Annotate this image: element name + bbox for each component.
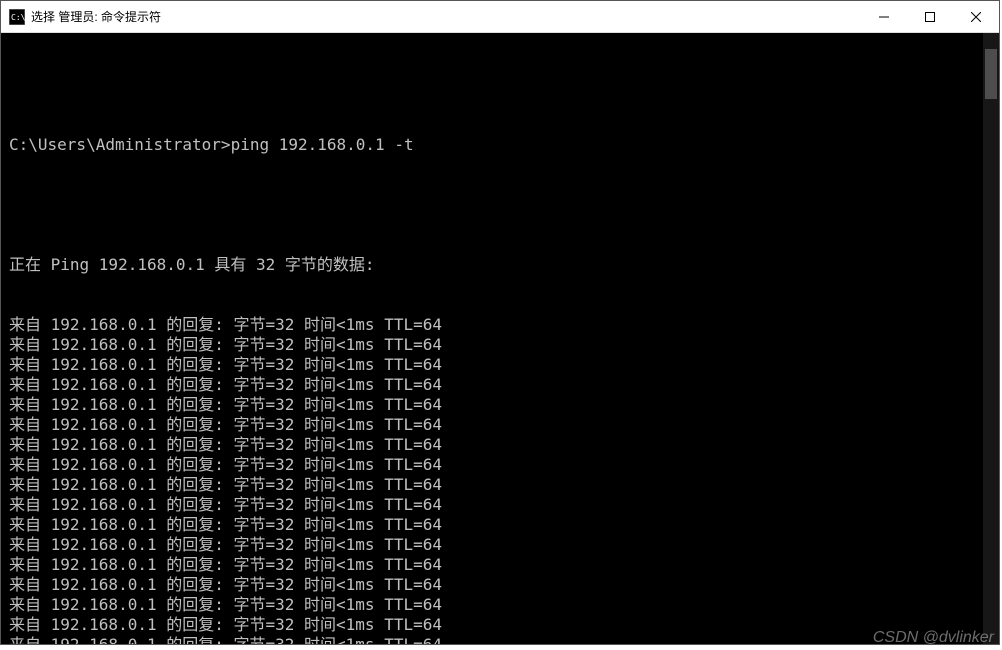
ping-header: 正在 Ping 192.168.0.1 具有 32 字节的数据: [9,255,983,275]
maximize-button[interactable] [907,1,953,32]
scrollbar[interactable] [983,33,999,644]
close-button[interactable] [953,1,999,32]
ping-replies: 来自 192.168.0.1 的回复: 字节=32 时间<1ms TTL=64来… [9,315,983,644]
ping-reply-line: 来自 192.168.0.1 的回复: 字节=32 时间<1ms TTL=64 [9,415,983,435]
window-controls [861,1,999,32]
terminal-output: C:\Users\Administrator>ping 192.168.0.1 … [9,35,983,642]
ping-reply-line: 来自 192.168.0.1 的回复: 字节=32 时间<1ms TTL=64 [9,515,983,535]
svg-text:C:\: C:\ [11,13,25,22]
ping-reply-line: 来自 192.168.0.1 的回复: 字节=32 时间<1ms TTL=64 [9,455,983,475]
ping-reply-line: 来自 192.168.0.1 的回复: 字节=32 时间<1ms TTL=64 [9,615,983,635]
ping-reply-line: 来自 192.168.0.1 的回复: 字节=32 时间<1ms TTL=64 [9,635,983,644]
ping-reply-line: 来自 192.168.0.1 的回复: 字节=32 时间<1ms TTL=64 [9,315,983,335]
scrollbar-thumb[interactable] [985,49,997,99]
command-text: ping 192.168.0.1 -t [231,135,414,154]
ping-reply-line: 来自 192.168.0.1 的回复: 字节=32 时间<1ms TTL=64 [9,355,983,375]
prompt-line: C:\Users\Administrator>ping 192.168.0.1 … [9,135,983,155]
window-title: 选择 管理员: 命令提示符 [31,8,161,25]
minimize-button[interactable] [861,1,907,32]
ping-reply-line: 来自 192.168.0.1 的回复: 字节=32 时间<1ms TTL=64 [9,435,983,455]
ping-reply-line: 来自 192.168.0.1 的回复: 字节=32 时间<1ms TTL=64 [9,395,983,415]
titlebar-left: C:\ 选择 管理员: 命令提示符 [1,8,161,25]
ping-reply-line: 来自 192.168.0.1 的回复: 字节=32 时间<1ms TTL=64 [9,595,983,615]
titlebar[interactable]: C:\ 选择 管理员: 命令提示符 [1,1,999,33]
ping-reply-line: 来自 192.168.0.1 的回复: 字节=32 时间<1ms TTL=64 [9,555,983,575]
cmd-icon: C:\ [9,9,25,25]
terminal-area[interactable]: C:\Users\Administrator>ping 192.168.0.1 … [1,33,999,644]
prompt-text: C:\Users\Administrator> [9,135,231,154]
ping-reply-line: 来自 192.168.0.1 的回复: 字节=32 时间<1ms TTL=64 [9,575,983,595]
ping-reply-line: 来自 192.168.0.1 的回复: 字节=32 时间<1ms TTL=64 [9,475,983,495]
ping-reply-line: 来自 192.168.0.1 的回复: 字节=32 时间<1ms TTL=64 [9,495,983,515]
ping-reply-line: 来自 192.168.0.1 的回复: 字节=32 时间<1ms TTL=64 [9,335,983,355]
ping-reply-line: 来自 192.168.0.1 的回复: 字节=32 时间<1ms TTL=64 [9,375,983,395]
ping-reply-line: 来自 192.168.0.1 的回复: 字节=32 时间<1ms TTL=64 [9,535,983,555]
command-prompt-window: C:\ 选择 管理员: 命令提示符 C:\Users\Administrator… [0,0,1000,645]
